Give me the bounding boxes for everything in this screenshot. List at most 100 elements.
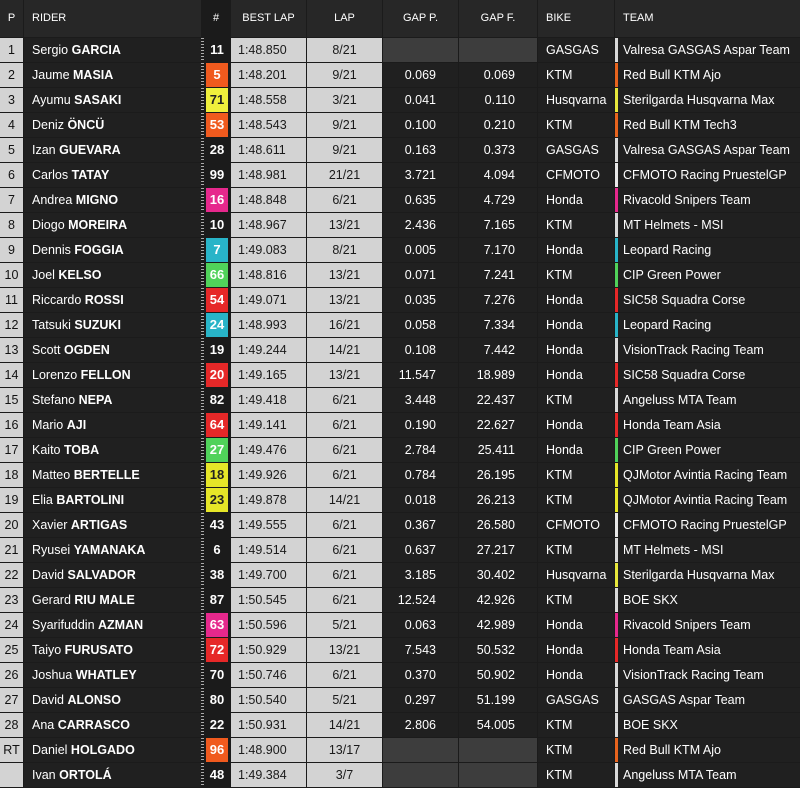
table-row[interactable]: 24 Syarifuddin AZMAN 63 1:50.596 5/21 0.063 42… xyxy=(0,613,800,638)
header-gap-first[interactable]: GAP F. xyxy=(459,0,537,37)
header-number[interactable]: # xyxy=(201,0,231,37)
header-team[interactable]: TEAM xyxy=(615,0,800,37)
team-name: Angeluss MTA Team xyxy=(623,393,737,407)
rider-name[interactable]: Andrea MIGNO xyxy=(24,188,201,212)
lap-cell: 13/17 xyxy=(307,738,382,762)
table-row[interactable]: 6 Carlos TATAY 99 1:48.981 21/21 3.721 4.094 CF… xyxy=(0,163,800,188)
row-separator xyxy=(201,188,204,212)
best-lap-cell: 1:50.931 xyxy=(231,713,306,737)
table-row[interactable]: Ivan ORTOLÁ 48 1:49.384 3/7 KTM Angeluss MTA … xyxy=(0,763,800,788)
table-row[interactable]: 13 Scott OGDEN 19 1:49.244 14/21 0.108 7.442 Ho… xyxy=(0,338,800,363)
rider-name[interactable]: Taiyo FURUSATO xyxy=(24,638,201,662)
header-bike[interactable]: BIKE xyxy=(538,0,614,37)
rider-name[interactable]: Mario AJI xyxy=(24,413,201,437)
table-row[interactable]: 23 Gerard RIU MALE 87 1:50.545 6/21 12.524 42.… xyxy=(0,588,800,613)
rider-name[interactable]: Scott OGDEN xyxy=(24,338,201,362)
table-row[interactable]: 10 Joel KELSO 66 1:48.816 13/21 0.071 7.241 KTM… xyxy=(0,263,800,288)
rider-name[interactable]: Deniz ÖNCÜ xyxy=(24,113,201,137)
position-cell: 16 xyxy=(0,413,23,437)
table-row[interactable]: 2 Jaume MASIA 5 1:48.201 9/21 0.069 0.069 KTM Re… xyxy=(0,63,800,88)
table-row[interactable]: 27 David ALONSO 80 1:50.540 5/21 0.297 51.199 G… xyxy=(0,688,800,713)
gap-first-cell: 22.437 xyxy=(459,388,537,412)
header-rider[interactable]: RIDER xyxy=(24,0,201,37)
bike-cell: Honda xyxy=(538,613,614,637)
rider-name[interactable]: Joshua WHATLEY xyxy=(24,663,201,687)
best-lap-cell: 1:48.543 xyxy=(231,113,306,137)
table-row[interactable]: 22 David SALVADOR 38 1:49.700 6/21 3.185 30.40… xyxy=(0,563,800,588)
rider-name[interactable]: Syarifuddin AZMAN xyxy=(24,613,201,637)
rider-first-name: Dennis xyxy=(32,243,75,257)
rider-name[interactable]: Lorenzo FELLON xyxy=(24,363,201,387)
rider-name[interactable]: Matteo BERTELLE xyxy=(24,463,201,487)
table-row[interactable]: 17 Kaito TOBA 27 1:49.476 6/21 2.784 25.411 Hon… xyxy=(0,438,800,463)
table-row[interactable]: 21 Ryusei YAMANAKA 6 1:49.514 6/21 0.637 27.21… xyxy=(0,538,800,563)
table-row[interactable]: 7 Andrea MIGNO 16 1:48.848 6/21 0.635 4.729 Hon… xyxy=(0,188,800,213)
table-row[interactable]: 5 Izan GUEVARA 28 1:48.611 9/21 0.163 0.373 GAS… xyxy=(0,138,800,163)
team-color-bar xyxy=(615,113,618,137)
rider-number-badge: 18 xyxy=(206,463,228,487)
table-row[interactable]: 4 Deniz ÖNCÜ 53 1:48.543 9/21 0.100 0.210 KTM Re… xyxy=(0,113,800,138)
table-row[interactable]: 15 Stefano NEPA 82 1:49.418 6/21 3.448 22.437 K… xyxy=(0,388,800,413)
rider-name[interactable]: Riccardo ROSSI xyxy=(24,288,201,312)
rider-name[interactable]: Jaume MASIA xyxy=(24,63,201,87)
table-row[interactable]: 19 Elia BARTOLINI 23 1:49.878 14/21 0.018 26.2… xyxy=(0,488,800,513)
bike-cell: Honda xyxy=(538,188,614,212)
table-row[interactable]: 20 Xavier ARTIGAS 43 1:49.555 6/21 0.367 26.58… xyxy=(0,513,800,538)
rider-name[interactable]: Diogo MOREIRA xyxy=(24,213,201,237)
header-gap-previous[interactable]: GAP P. xyxy=(383,0,458,37)
table-row[interactable]: 16 Mario AJI 64 1:49.141 6/21 0.190 22.627 Hond… xyxy=(0,413,800,438)
team-cell: VisionTrack Racing Team xyxy=(615,663,800,687)
rider-name[interactable]: Ana CARRASCO xyxy=(24,713,201,737)
best-lap-cell: 1:48.816 xyxy=(231,263,306,287)
header-position[interactable]: P xyxy=(0,0,23,37)
header-best-lap[interactable]: BEST LAP xyxy=(231,0,306,37)
rider-first-name: Mario xyxy=(32,418,67,432)
rider-name[interactable]: Dennis FOGGIA xyxy=(24,238,201,262)
rider-name[interactable]: David SALVADOR xyxy=(24,563,201,587)
bike-cell: Husqvarna xyxy=(538,563,614,587)
table-row[interactable]: 18 Matteo BERTELLE 18 1:49.926 6/21 0.784 26.1… xyxy=(0,463,800,488)
rider-name[interactable]: Carlos TATAY xyxy=(24,163,201,187)
table-row[interactable]: RT Daniel HOLGADO 96 1:48.900 13/17 KTM Red Bu… xyxy=(0,738,800,763)
table-row[interactable]: 3 Ayumu SASAKI 71 1:48.558 3/21 0.041 0.110 Hus… xyxy=(0,88,800,113)
best-lap-cell: 1:50.929 xyxy=(231,638,306,662)
rider-name[interactable]: Xavier ARTIGAS xyxy=(24,513,201,537)
header-lap[interactable]: LAP xyxy=(307,0,382,37)
team-name: CFMOTO Racing PruestelGP xyxy=(623,168,787,182)
rider-name[interactable]: Kaito TOBA xyxy=(24,438,201,462)
rider-name[interactable]: Ivan ORTOLÁ xyxy=(24,763,201,787)
rider-name[interactable]: Ayumu SASAKI xyxy=(24,88,201,112)
rider-number-badge: 11 xyxy=(206,38,228,62)
gap-previous-cell: 0.100 xyxy=(383,113,458,137)
rider-name[interactable]: Ryusei YAMANAKA xyxy=(24,538,201,562)
rider-name[interactable]: Sergio GARCIA xyxy=(24,38,201,62)
gap-first-cell xyxy=(459,38,537,62)
row-separator xyxy=(201,663,204,687)
table-row[interactable]: 14 Lorenzo FELLON 20 1:49.165 13/21 11.547 18.… xyxy=(0,363,800,388)
table-row[interactable]: 25 Taiyo FURUSATO 72 1:50.929 13/21 7.543 50.5… xyxy=(0,638,800,663)
table-row[interactable]: 9 Dennis FOGGIA 7 1:49.083 8/21 0.005 7.170 Hon… xyxy=(0,238,800,263)
table-row[interactable]: 1 Sergio GARCIA 11 1:48.850 8/21 GASGAS Valres… xyxy=(0,38,800,63)
rider-name[interactable]: Elia BARTOLINI xyxy=(24,488,201,512)
table-row[interactable]: 28 Ana CARRASCO 22 1:50.931 14/21 2.806 54.005… xyxy=(0,713,800,738)
table-row[interactable]: 12 Tatsuki SUZUKI 24 1:48.993 16/21 0.058 7.33… xyxy=(0,313,800,338)
gap-first-cell: 7.170 xyxy=(459,238,537,262)
bike-cell: GASGAS xyxy=(538,688,614,712)
rider-name[interactable]: Daniel HOLGADO xyxy=(24,738,201,762)
rider-name[interactable]: Izan GUEVARA xyxy=(24,138,201,162)
table-row[interactable]: 8 Diogo MOREIRA 10 1:48.967 13/21 2.436 7.165 K… xyxy=(0,213,800,238)
rider-name[interactable]: Gerard RIU MALE xyxy=(24,588,201,612)
gap-previous-cell: 0.035 xyxy=(383,288,458,312)
lap-cell: 6/21 xyxy=(307,663,382,687)
lap-cell: 21/21 xyxy=(307,163,382,187)
rider-name[interactable]: Tatsuki SUZUKI xyxy=(24,313,201,337)
rider-name[interactable]: David ALONSO xyxy=(24,688,201,712)
rider-first-name: David xyxy=(32,568,68,582)
table-row[interactable]: 26 Joshua WHATLEY 70 1:50.746 6/21 0.370 50.90… xyxy=(0,663,800,688)
bike-cell: KTM xyxy=(538,463,614,487)
rider-name[interactable]: Joel KELSO xyxy=(24,263,201,287)
rider-first-name: Deniz xyxy=(32,118,68,132)
team-cell: MT Helmets - MSI xyxy=(615,213,800,237)
table-row[interactable]: 11 Riccardo ROSSI 54 1:49.071 13/21 0.035 7.27… xyxy=(0,288,800,313)
rider-name[interactable]: Stefano NEPA xyxy=(24,388,201,412)
